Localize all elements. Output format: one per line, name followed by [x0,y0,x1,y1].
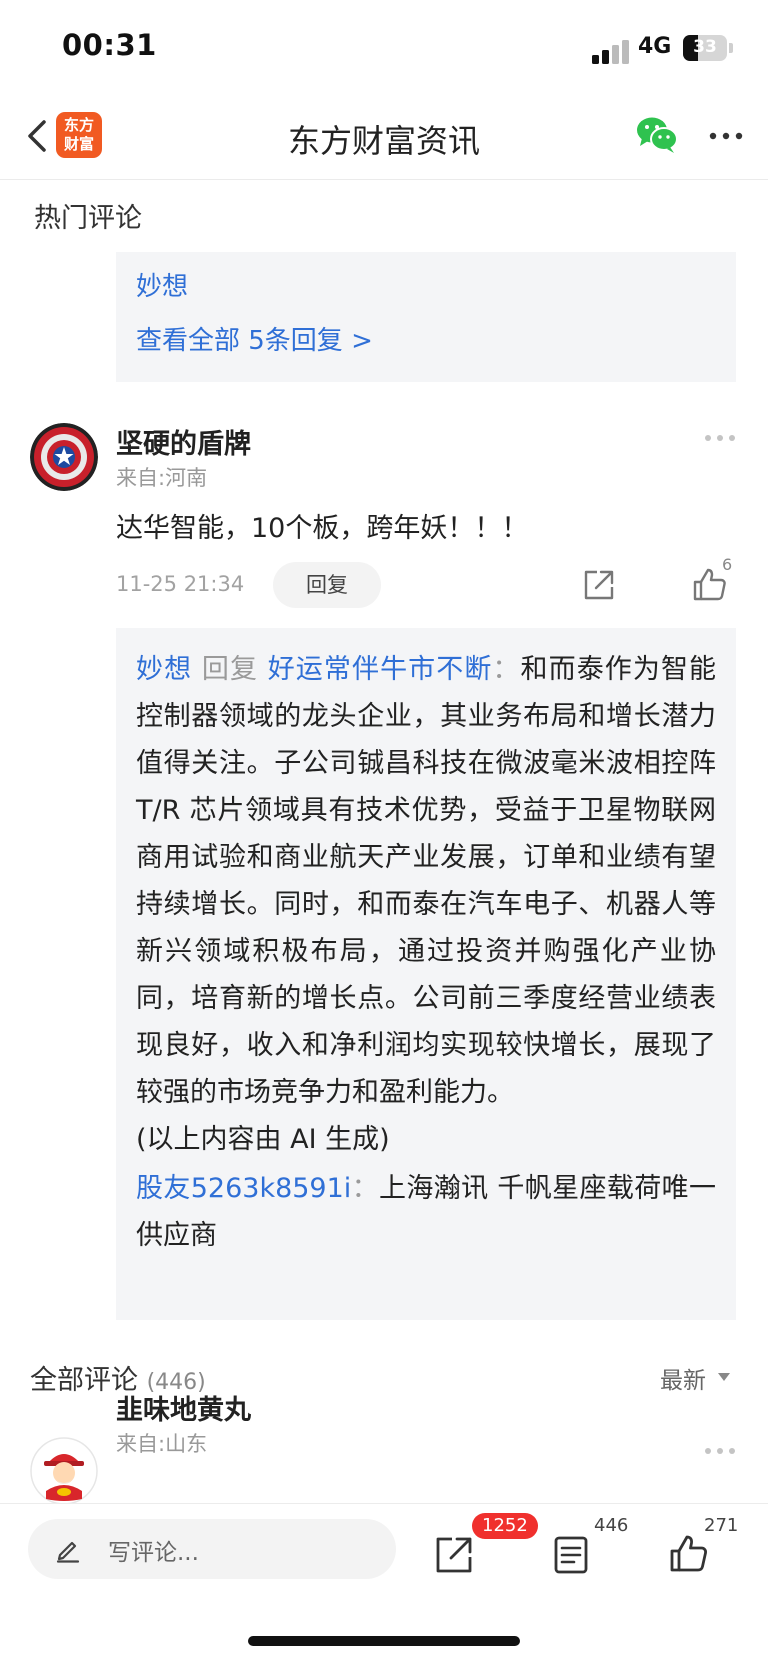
pencil-icon [56,1541,80,1563]
home-indicator [248,1636,520,1646]
ai-reply: 妙想 回复 好运常伴牛市不断：和而泰作为智能控制器领域的龙头企业，其业务布局和增… [136,646,716,1116]
battery-level: 33 [693,37,717,57]
more-dots-icon[interactable] [706,116,746,156]
share-icon[interactable] [433,1534,475,1576]
sub-reply-author[interactable]: 股友5263k8591i [136,1173,351,1204]
reply-author[interactable]: 妙想 [136,654,192,685]
status-time: 00:31 [62,28,157,62]
view-all-replies-link[interactable]: 查看全部 5条回复 > [136,320,373,357]
avatar[interactable] [30,423,98,491]
reply-thread: 妙想 回复 好运常伴牛市不断：和而泰作为智能控制器领域的龙头企业，其业务布局和增… [116,628,736,1320]
nav-bar: 东方 财富 东方财富资讯 [0,100,768,180]
sort-dropdown[interactable]: 最新 [660,1361,706,1395]
bottom-bar: 写评论... 1252 446 271 [0,1503,768,1663]
comments-list-icon[interactable] [550,1534,592,1576]
comment-more-icon[interactable] [703,1446,737,1456]
thumbs-up-icon[interactable] [667,1532,709,1574]
signal-strength-icon [592,38,630,64]
share-icon[interactable] [582,568,616,602]
caret-down-icon[interactable] [718,1373,730,1381]
avatar[interactable] [30,1437,98,1505]
comment-time: 11-25 21:34 [116,572,245,596]
comment-username[interactable]: 坚硬的盾牌 [116,422,251,461]
sub-reply: 股友5263k8591i：上海瀚讯 千帆星座载荷唯一供应商 [136,1165,716,1259]
network-type: 4G [638,34,672,59]
like-count: 6 [722,555,733,574]
wechat-icon[interactable] [636,116,678,154]
reply-target[interactable]: 好运常伴牛市不断 [268,654,493,685]
comment-more-icon[interactable] [703,433,737,443]
like-count: 271 [704,1515,739,1536]
share-count-badge: 1252 [472,1513,538,1539]
comment-location: 来自:河南 [116,466,208,490]
battery-icon: 33 [683,35,727,61]
comment-text: 达华智能，10个板，跨年妖！！！ [116,513,529,544]
reply-author[interactable]: 妙想 [136,266,188,303]
hot-comments-title: 热门评论 [34,203,142,234]
comment-location: 来自:山东 [116,1432,208,1456]
reply-separator: ： [492,654,521,685]
comment-username[interactable]: 韭味地黄丸 [116,1388,251,1427]
ai-note: (以上内容由 AI 生成) [136,1124,390,1155]
reply-word: 回复 [201,654,259,685]
reply-body: 和而泰作为智能控制器领域的龙头企业，其业务布局和增长潜力值得关注。子公司铖昌科技… [136,654,717,1108]
comment-placeholder: 写评论... [108,1540,199,1566]
status-bar: 00:31 4G 33 [0,0,768,100]
reply-separator: ： [351,1173,380,1204]
battery-tip [729,43,733,53]
reply-box: 妙想 查看全部 5条回复 > [116,252,736,382]
comment-input[interactable]: 写评论... [28,1519,396,1579]
reply-button[interactable]: 回复 [273,562,381,608]
comment-count: 446 [594,1515,629,1536]
